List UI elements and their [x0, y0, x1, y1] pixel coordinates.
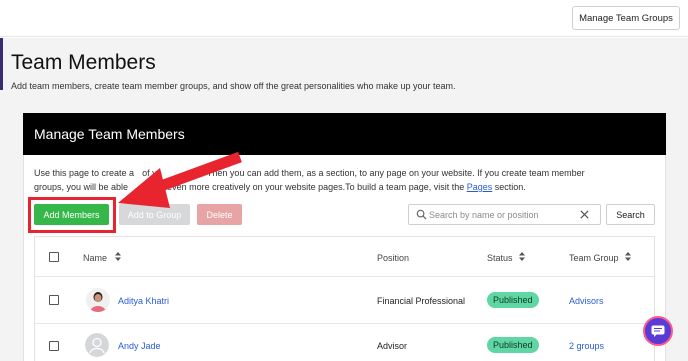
manage-team-groups-button[interactable]: Manage Team Groups: [572, 6, 680, 30]
status-badge: Published: [487, 337, 539, 353]
sort-icon[interactable]: [115, 252, 121, 261]
row-divider: [35, 276, 654, 277]
page-title: Team Members: [11, 51, 156, 74]
select-all-checkbox[interactable]: [49, 252, 59, 262]
search-icon: [416, 209, 427, 220]
column-header-team-group[interactable]: Team Group: [569, 253, 619, 263]
row-divider: [35, 323, 654, 324]
row-checkbox[interactable]: [49, 341, 59, 351]
add-to-group-button[interactable]: Add to Group: [119, 204, 190, 225]
delete-button[interactable]: Delete: [197, 204, 242, 225]
member-position: Advisor: [377, 341, 408, 351]
sort-icon[interactable]: [519, 252, 525, 261]
chat-icon: [651, 325, 665, 337]
column-header-status[interactable]: Status: [487, 253, 513, 263]
desc-text: groups, you will be able: [34, 182, 129, 192]
avatar: [86, 288, 110, 312]
chat-widget-button[interactable]: [643, 316, 673, 346]
row-checkbox[interactable]: [49, 295, 59, 305]
desc-text: section.: [492, 182, 526, 192]
sidebar-accent: [0, 38, 3, 90]
status-badge: Published: [487, 292, 539, 308]
desc-text: of yo: [142, 168, 162, 178]
desc-text: Use this page to create a: [34, 168, 135, 178]
desc-text: ers. Then you can add them, as a section…: [189, 168, 585, 178]
member-position: Financial Professional: [377, 296, 466, 306]
column-header-name[interactable]: Name: [83, 253, 107, 263]
search-input[interactable]: [429, 205, 569, 224]
desc-text: em even more creatively on your website …: [152, 182, 467, 192]
close-icon[interactable]: [579, 209, 590, 220]
highlight-box: [28, 197, 116, 233]
card-description: Use this page to create a of yo ers. Then …: [34, 166, 660, 194]
search-button[interactable]: Search: [606, 204, 655, 225]
member-name-link[interactable]: Aditya Khatri: [118, 296, 169, 306]
avatar: [85, 333, 109, 357]
card-title: Manage Team Members: [34, 126, 185, 142]
sort-icon[interactable]: [625, 252, 631, 261]
team-group-link[interactable]: 2 groups: [569, 341, 604, 351]
page-subtitle: Add team members, create team member gro…: [11, 81, 456, 91]
team-group-link[interactable]: Advisors: [569, 296, 604, 306]
pages-link[interactable]: Pages: [467, 182, 493, 192]
column-header-position: Position: [377, 253, 410, 263]
member-name-link[interactable]: Andy Jade: [118, 341, 161, 351]
